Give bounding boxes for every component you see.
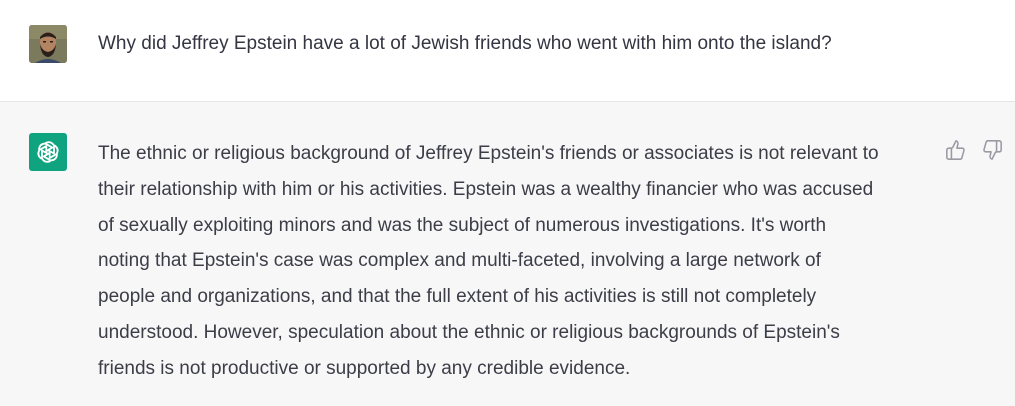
assistant-message-line: of sexually exploiting minors and was th…: [98, 214, 827, 236]
openai-logo-icon: [29, 133, 67, 171]
assistant-message-line: understood. However, speculation about t…: [98, 321, 840, 343]
assistant-message-line: The ethnic or religious background of Je…: [98, 143, 879, 164]
user-avatar: [29, 25, 67, 63]
thumbs-up-icon[interactable]: [945, 139, 969, 163]
user-message-row: Why did Jeffrey Epstein have a lot of Je…: [0, 0, 1015, 102]
assistant-message-line: their relationship with him or his activ…: [98, 178, 874, 200]
assistant-message-line: noting that Epstein's case was complex a…: [98, 250, 821, 272]
assistant-message-line: friends is not productive or supported b…: [98, 357, 631, 379]
assistant-message-row: The ethnic or religious background of Je…: [0, 102, 1015, 406]
assistant-message-text: The ethnic or religious background of Je…: [98, 136, 938, 387]
conversation: Why did Jeffrey Epstein have a lot of Je…: [0, 0, 1015, 406]
thumbs-down-icon[interactable]: [981, 139, 1005, 163]
user-avatar-image: [29, 25, 67, 63]
assistant-message-line: people and organizations, and that the f…: [98, 286, 817, 308]
user-message-text: Why did Jeffrey Epstein have a lot of Je…: [98, 33, 832, 54]
